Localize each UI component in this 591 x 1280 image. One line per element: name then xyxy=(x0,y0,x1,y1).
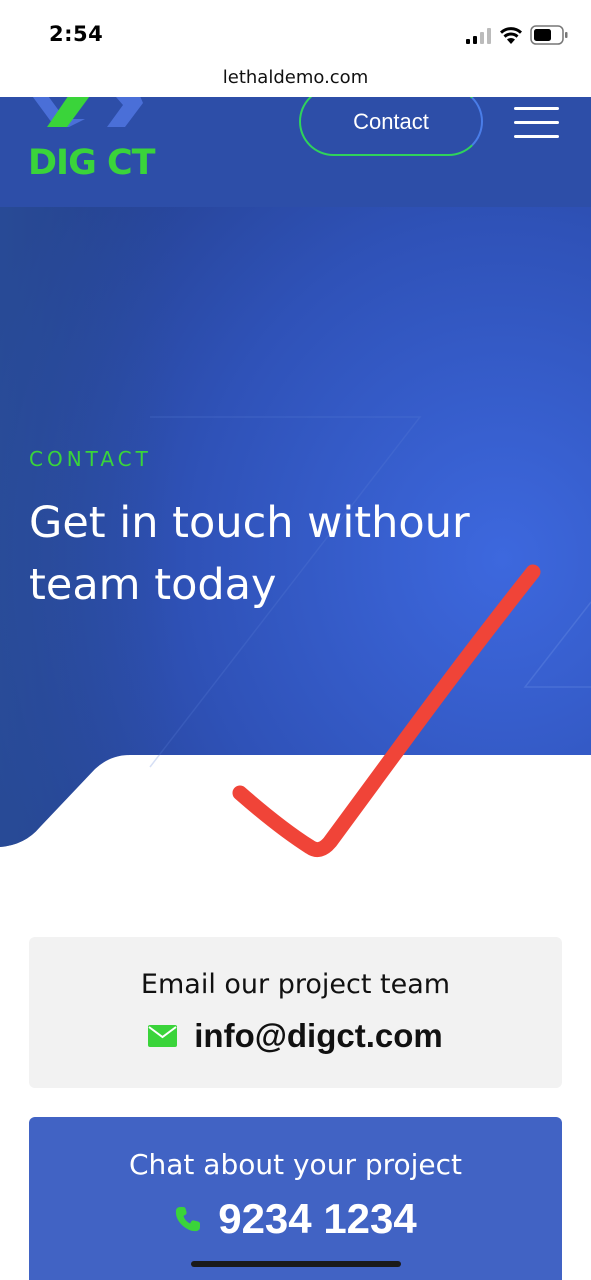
status-time: 2:54 xyxy=(49,22,104,46)
chat-card-label: Chat about your project xyxy=(128,1148,463,1181)
phone-link[interactable]: 9234 1234 xyxy=(218,1195,417,1243)
battery-icon xyxy=(530,25,568,45)
email-card-label: Email our project team xyxy=(140,969,451,1000)
hero-title: Get in touch withour team today xyxy=(29,498,470,610)
chat-card: Chat about your project 9234 1234 xyxy=(29,1117,562,1280)
status-bar: 2:54 xyxy=(0,0,591,62)
site-header: DIG CT Contact xyxy=(0,97,591,207)
logo-mark-icon[interactable] xyxy=(25,97,145,135)
contact-button[interactable]: Contact xyxy=(299,97,483,156)
email-link[interactable]: info@digct.com xyxy=(194,1017,443,1055)
email-card: Email our project team info@digct.com xyxy=(29,937,562,1088)
phone-row[interactable]: 9234 1234 xyxy=(29,1195,562,1243)
home-indicator xyxy=(191,1261,401,1267)
wifi-icon xyxy=(500,27,522,44)
hero-section: CONTACT Get in touch withour team today xyxy=(0,207,591,847)
url-text: lethaldemo.com xyxy=(222,67,369,88)
email-row[interactable]: info@digct.com xyxy=(29,1017,562,1055)
logo-text[interactable]: DIG CT xyxy=(28,143,156,183)
phone-icon xyxy=(176,1207,201,1232)
mail-icon xyxy=(148,1025,178,1047)
hamburger-menu-icon[interactable] xyxy=(514,107,559,139)
browser-url-bar[interactable]: lethaldemo.com xyxy=(0,62,591,98)
signal-icon xyxy=(466,28,491,44)
hero-eyebrow: CONTACT xyxy=(29,447,152,471)
